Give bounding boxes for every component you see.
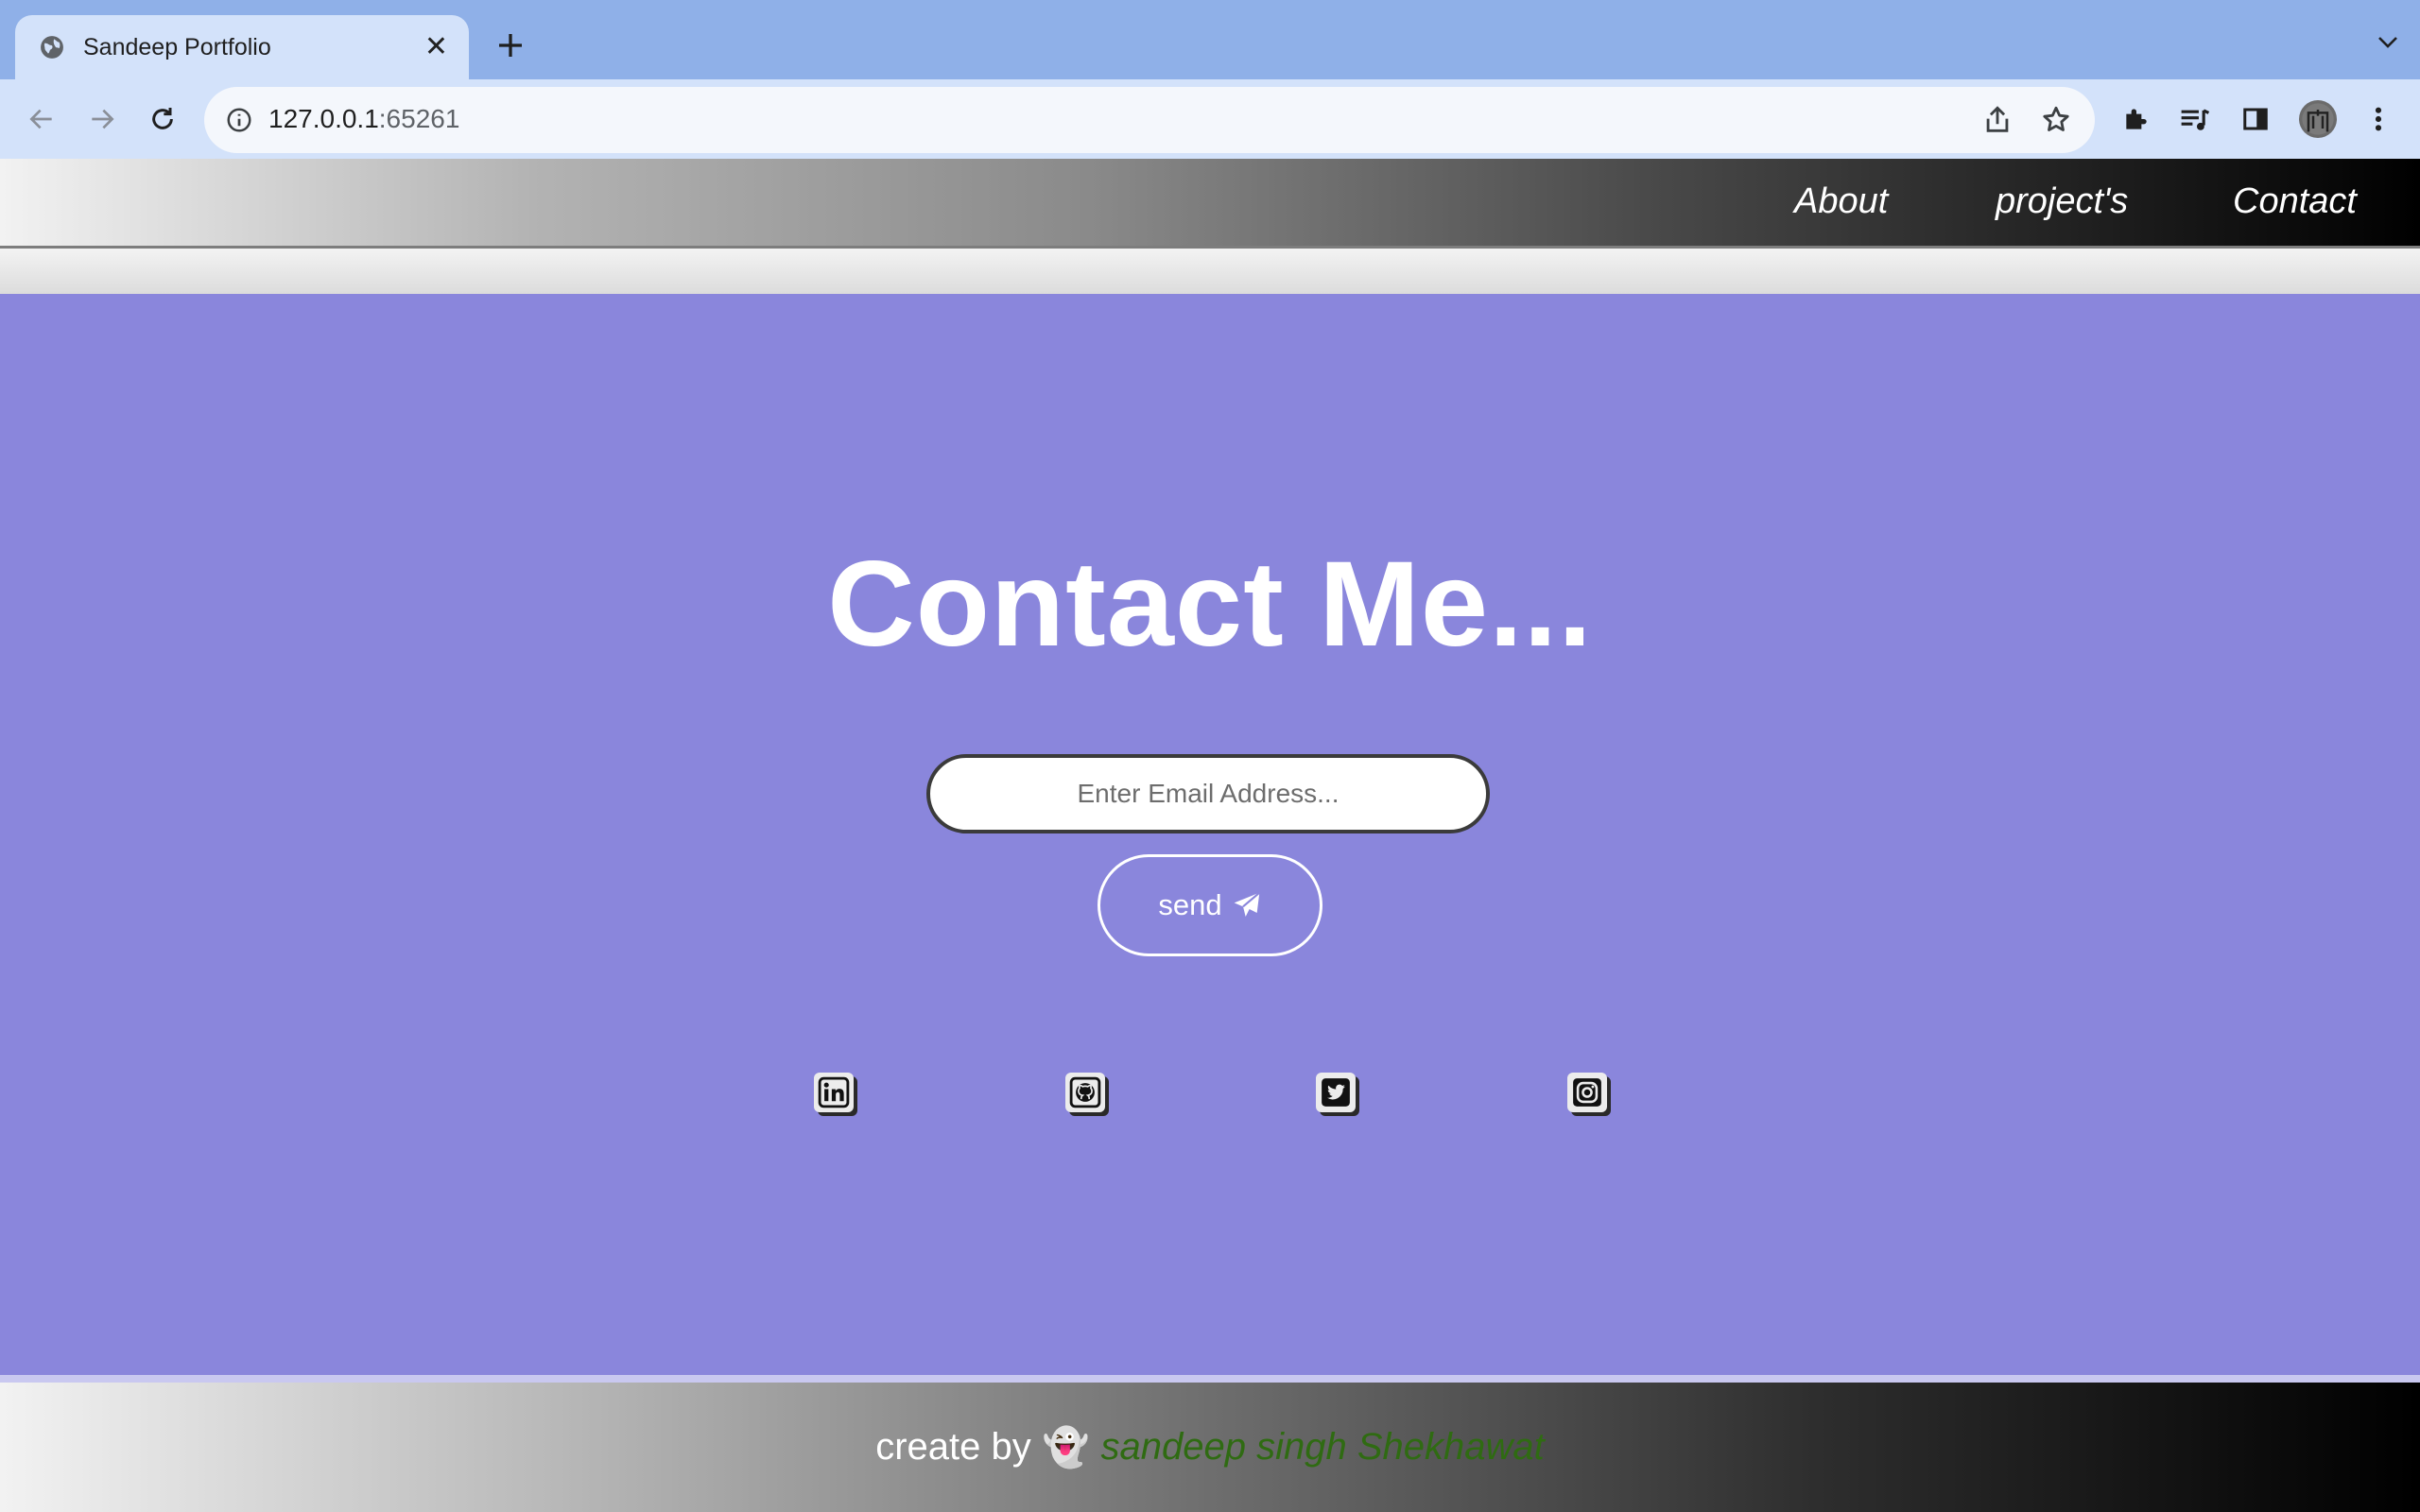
browser-menu-button[interactable] xyxy=(2360,100,2397,138)
share-icon[interactable] xyxy=(1981,104,2014,136)
close-tab-icon[interactable]: ✕ xyxy=(424,33,448,61)
arrow-left-icon xyxy=(29,109,52,129)
puzzle-icon xyxy=(2126,109,2147,129)
header-divider xyxy=(0,249,2420,360)
site-footer: create by 👻 sandeep singh Shekhawat xyxy=(0,1383,2420,1512)
arrow-right-icon xyxy=(92,109,114,129)
address-bar[interactable]: 127.0.0.1:65261 xyxy=(204,87,2095,153)
instagram-icon xyxy=(1573,1078,1601,1107)
send-button[interactable]: send xyxy=(1098,854,1322,956)
url-host: 127.0.0.1 xyxy=(268,104,379,133)
browser-tab-strip: Sandeep Portfolio ✕ xyxy=(0,0,2420,79)
browser-toolbar: 127.0.0.1:65261 xyxy=(0,79,2420,159)
linkedin-link[interactable] xyxy=(814,1073,854,1112)
twitter-link[interactable] xyxy=(1316,1073,1356,1112)
info-icon[interactable] xyxy=(225,106,253,134)
extensions-button[interactable] xyxy=(2118,100,2155,138)
footer-author-name: sandeep singh Shekhawat xyxy=(1100,1426,1545,1468)
ghost-icon: 👻 xyxy=(1042,1427,1090,1469)
side-panel-button[interactable] xyxy=(2237,100,2274,138)
send-label: send xyxy=(1158,888,1222,921)
new-tab-icon[interactable] xyxy=(493,28,527,62)
nav-about-link[interactable]: About xyxy=(1794,181,1888,222)
browser-tab[interactable]: Sandeep Portfolio ✕ xyxy=(15,15,469,79)
contact-section: Contact Me... send xyxy=(0,294,2420,1375)
tab-title: Sandeep Portfolio xyxy=(83,33,271,60)
twitter-icon xyxy=(1322,1078,1350,1107)
paper-plane-icon xyxy=(1234,891,1260,917)
linkedin-icon xyxy=(818,1076,850,1108)
reload-button[interactable] xyxy=(142,98,183,140)
nav-contact-link[interactable]: Contact xyxy=(2233,181,2357,222)
reload-icon xyxy=(152,108,173,129)
globe-icon xyxy=(41,36,63,59)
footer-divider xyxy=(0,1375,2420,1383)
instagram-link[interactable] xyxy=(1567,1073,1607,1112)
avatar-icon xyxy=(2302,103,2334,135)
playlist-music-icon xyxy=(2181,109,2210,130)
contact-heading: Contact Me... xyxy=(827,537,1593,672)
nav-projects-link[interactable]: project's xyxy=(1996,181,2128,222)
github-icon xyxy=(1069,1076,1101,1108)
bookmark-star-icon[interactable] xyxy=(2040,104,2072,136)
side-panel-icon xyxy=(2243,108,2268,130)
back-button[interactable] xyxy=(21,98,62,140)
github-link[interactable] xyxy=(1065,1073,1105,1112)
profile-avatar[interactable] xyxy=(2299,100,2337,138)
site-navbar: About project's Contact xyxy=(0,159,2420,249)
kebab-menu-icon xyxy=(2375,107,2382,131)
media-control-button[interactable] xyxy=(2176,100,2214,138)
url-port: :65261 xyxy=(378,104,460,133)
forward-button[interactable] xyxy=(81,98,123,140)
chevron-down-icon[interactable] xyxy=(2377,34,2399,51)
email-input[interactable] xyxy=(926,754,1490,833)
footer-credit-prefix: create by xyxy=(875,1426,1031,1468)
url-text[interactable]: 127.0.0.1:65261 xyxy=(268,104,459,134)
